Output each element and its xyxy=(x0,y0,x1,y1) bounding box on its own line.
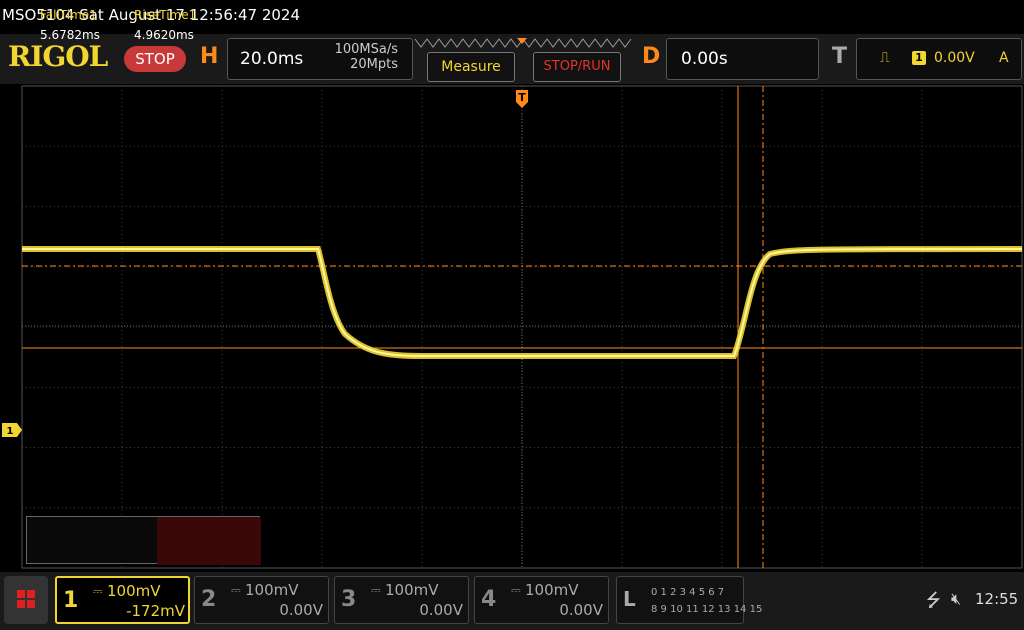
channel-1-offset: -172mV xyxy=(126,602,185,620)
channel-4-offset: 0.00V xyxy=(559,601,603,619)
rigol-logo: RIGOL xyxy=(8,40,108,73)
logic-letter: L xyxy=(623,587,636,611)
channel-2-number: 2 xyxy=(201,587,217,612)
channel-3-box[interactable]: 3 ⎓ 100mV 0.00V xyxy=(334,576,469,624)
delay-value: 0.00s xyxy=(681,49,728,69)
rise-time-highlight xyxy=(157,517,261,565)
timebase-value: 20.0ms xyxy=(240,49,304,69)
channel-1-number: 1 xyxy=(63,588,79,613)
logic-channels-row1: 0 1 2 3 4 5 6 7 xyxy=(651,587,725,598)
channel-1-box[interactable]: 1 ⎓ 100mV -172mV xyxy=(55,576,190,624)
rise-time-label: RiseTime1 xyxy=(134,8,197,22)
dc-coupling-icon: ⎓ xyxy=(231,583,241,597)
rise-time-value: 4.9620ms xyxy=(134,28,194,42)
run-state-badge[interactable]: STOP xyxy=(124,46,186,72)
channel-4-box[interactable]: 4 ⎓ 100mV 0.00V xyxy=(474,576,609,624)
speaker-muted-icon[interactable]: 🔇︎ xyxy=(951,589,961,609)
logic-channels-row2: 8 9 10 11 12 13 14 15 xyxy=(651,604,763,615)
grid-menu-icon xyxy=(17,590,35,608)
trigger-marker-label: T xyxy=(518,91,526,104)
channel-2-scale: 100mV xyxy=(245,581,299,599)
horizontal-letter[interactable]: H xyxy=(200,44,218,69)
channel-4-scale: 100mV xyxy=(525,581,579,599)
memory-position-ruler xyxy=(413,37,635,49)
logic-analyzer-box[interactable]: L 0 1 2 3 4 5 6 7 8 9 10 11 12 13 14 15 xyxy=(616,576,762,624)
fall-time-value: 5.6782ms xyxy=(40,28,100,42)
dc-coupling-icon: ⎓ xyxy=(511,583,521,597)
dc-coupling-icon: ⎓ xyxy=(371,583,381,597)
delay-letter[interactable]: D xyxy=(642,44,660,69)
channel-3-scale: 100mV xyxy=(385,581,439,599)
fall-time-label: FallTime1 xyxy=(40,8,97,22)
dc-coupling-icon: ⎓ xyxy=(93,584,103,598)
trigger-mode: A xyxy=(999,50,1009,66)
channel-2-box[interactable]: 2 ⎓ 100mV 0.00V xyxy=(194,576,329,624)
trigger-source-badge: 1 xyxy=(912,51,926,65)
waveform-display[interactable]: T 1 xyxy=(0,84,1024,570)
channel1-marker-label: 1 xyxy=(7,426,14,437)
trigger-letter[interactable]: T xyxy=(832,44,847,69)
sample-rate: 100MSa/s xyxy=(334,42,398,57)
measurement-panel[interactable] xyxy=(26,516,261,565)
measure-button[interactable]: Measure xyxy=(427,52,515,82)
channel-1-scale: 100mV xyxy=(107,582,161,600)
memory-depth: 20Mpts xyxy=(350,57,398,72)
main-menu-button[interactable] xyxy=(4,576,48,624)
channel-2-offset: 0.00V xyxy=(279,601,323,619)
usb-icon[interactable]: ⭍ xyxy=(926,588,941,618)
rising-edge-icon: ⎍ xyxy=(880,50,890,66)
stoprun-button[interactable]: STOP/RUN xyxy=(533,52,621,82)
trigger-level: 0.00V xyxy=(934,50,975,66)
system-clock: 12:55 xyxy=(975,590,1019,608)
channel-3-offset: 0.00V xyxy=(419,601,463,619)
channel-3-number: 3 xyxy=(341,587,357,612)
channel-4-number: 4 xyxy=(481,587,497,612)
